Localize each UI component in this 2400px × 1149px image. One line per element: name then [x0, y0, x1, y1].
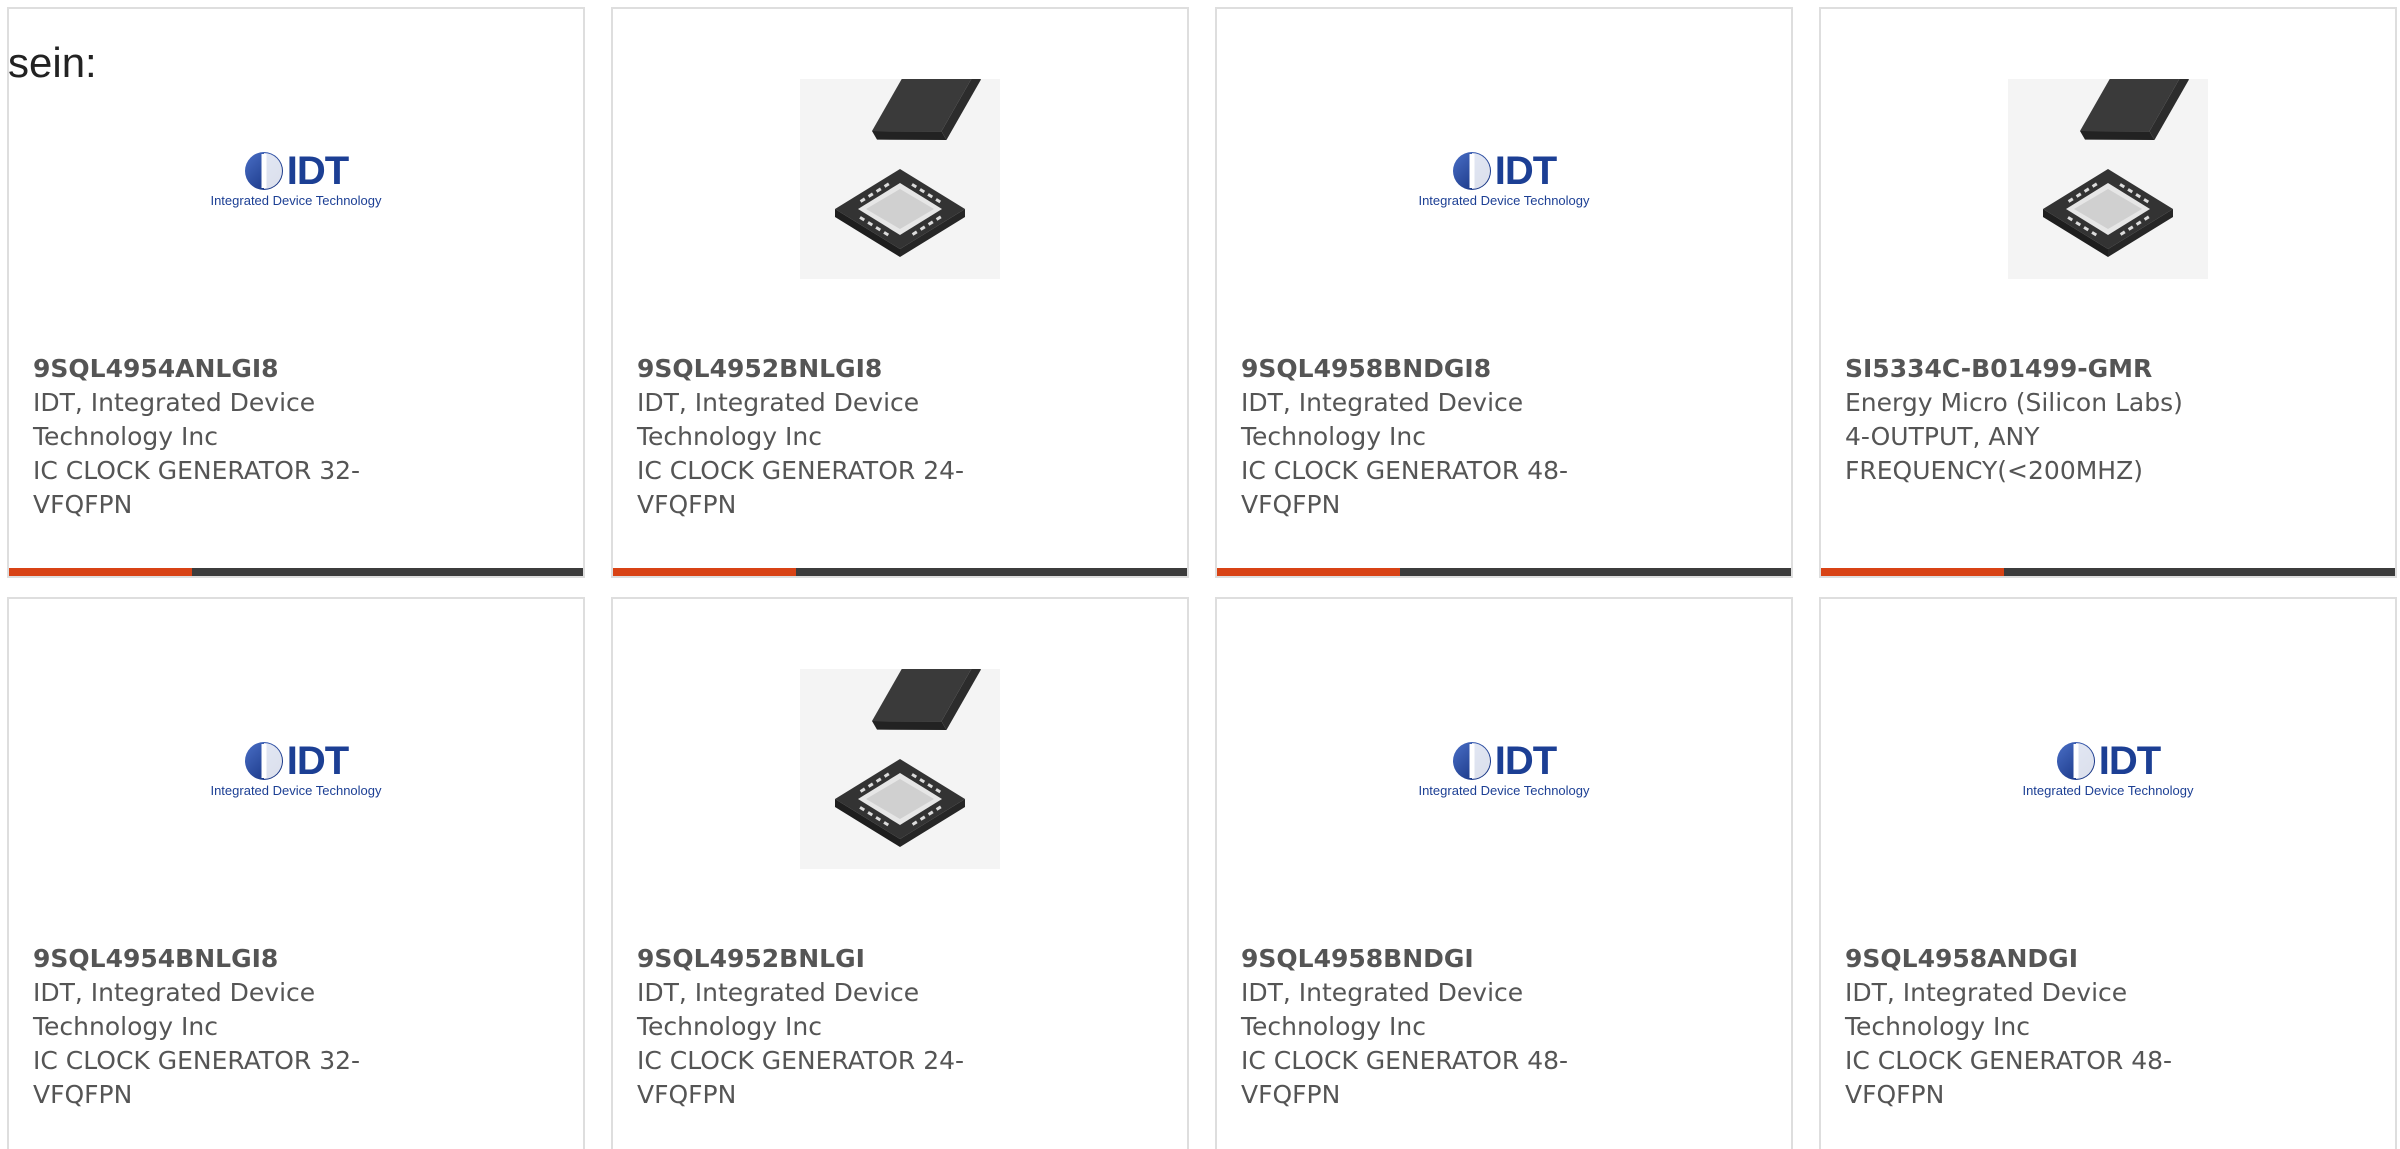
idt-wordmark: IDT: [1494, 738, 1557, 783]
manufacturer: IDT, Integrated Device Technology Inc: [637, 978, 920, 1041]
manufacturer: IDT, Integrated Device Technology Inc: [637, 388, 920, 451]
product-info: SI5334C-B01499-GMR Energy Micro (Silicon…: [1845, 352, 2185, 488]
part-number-link[interactable]: SI5334C-B01499-GMR: [1845, 352, 2185, 386]
idt-logo: IDT Integrated Device Technology: [2022, 741, 2193, 798]
description: 4-OUTPUT, ANY FREQUENCY(<200MHZ): [1845, 422, 2143, 485]
idt-wordmark: IDT: [1494, 148, 1557, 193]
qfn-chip-icon: [800, 79, 1000, 279]
card-accent: [9, 568, 192, 576]
idt-tagline: Integrated Device Technology: [210, 782, 382, 798]
product-info: 9SQL4952BNLGI8 IDT, Integrated Device Te…: [637, 352, 977, 522]
part-number-link[interactable]: 9SQL4952BNLGI8: [637, 352, 977, 386]
product-card[interactable]: SI5334C-B01499-GMR Energy Micro (Silicon…: [1819, 7, 2397, 578]
product-card[interactable]: IDT Integrated Device Technology 9SQL495…: [1215, 7, 1793, 578]
idt-logo-mark-icon: [1452, 151, 1491, 190]
description: IC CLOCK GENERATOR 24-VFQFPN: [637, 1046, 965, 1109]
idt-wordmark: IDT: [286, 148, 349, 193]
manufacturer: IDT, Integrated Device Technology Inc: [1241, 388, 1524, 451]
part-number-link[interactable]: 9SQL4954ANLGI8: [33, 352, 373, 386]
part-number-link[interactable]: 9SQL4954BNLGI8: [33, 942, 373, 976]
card-bar: [1217, 568, 1791, 576]
product-card[interactable]: 9SQL4952BNLGI8 IDT, Integrated Device Te…: [611, 7, 1189, 578]
qfn-chip-icon: [2008, 79, 2208, 279]
product-image: [613, 659, 1187, 879]
manufacturer: IDT, Integrated Device Technology Inc: [1241, 978, 1524, 1041]
product-card[interactable]: IDT Integrated Device Technology 9SQL495…: [7, 7, 585, 578]
product-image: IDT Integrated Device Technology: [9, 659, 583, 879]
idt-logo-mark-icon: [2056, 741, 2095, 780]
idt-logo: IDT Integrated Device Technology: [210, 741, 381, 798]
lead-text: sein:: [8, 39, 97, 86]
product-info: 9SQL4954BNLGI8 IDT, Integrated Device Te…: [33, 942, 373, 1112]
card-accent: [1217, 568, 1400, 576]
product-image: IDT Integrated Device Technology: [1821, 659, 2395, 879]
product-card[interactable]: 9SQL4952BNLGI IDT, Integrated Device Tec…: [611, 597, 1189, 1149]
product-grid: IDT Integrated Device Technology 9SQL495…: [7, 7, 2400, 1149]
description: IC CLOCK GENERATOR 24-VFQFPN: [637, 456, 965, 519]
part-number-link[interactable]: 9SQL4958BNDGI: [1241, 942, 1581, 976]
card-accent: [613, 568, 796, 576]
idt-logo: IDT Integrated Device Technology: [1418, 151, 1589, 208]
product-card[interactable]: IDT Integrated Device Technology 9SQL495…: [1819, 597, 2397, 1149]
idt-logo: IDT Integrated Device Technology: [1418, 741, 1589, 798]
product-image: IDT Integrated Device Technology: [1217, 659, 1791, 879]
description: IC CLOCK GENERATOR 48-VFQFPN: [1845, 1046, 2173, 1109]
product-info: 9SQL4958BNDGI8 IDT, Integrated Device Te…: [1241, 352, 1581, 522]
idt-tagline: Integrated Device Technology: [1418, 782, 1590, 798]
manufacturer: IDT, Integrated Device Technology Inc: [1845, 978, 2128, 1041]
idt-tagline: Integrated Device Technology: [1418, 192, 1590, 208]
product-image: [1821, 69, 2395, 289]
manufacturer: Energy Micro (Silicon Labs): [1845, 388, 2183, 417]
product-info: 9SQL4958BNDGI IDT, Integrated Device Tec…: [1241, 942, 1581, 1112]
description: IC CLOCK GENERATOR 48-VFQFPN: [1241, 1046, 1569, 1109]
part-number-link[interactable]: 9SQL4958ANDGI: [1845, 942, 2185, 976]
idt-logo: IDT Integrated Device Technology: [210, 151, 381, 208]
idt-logo-mark-icon: [244, 151, 283, 190]
part-number-link[interactable]: 9SQL4952BNLGI: [637, 942, 977, 976]
manufacturer: IDT, Integrated Device Technology Inc: [33, 388, 316, 451]
product-info: 9SQL4952BNLGI IDT, Integrated Device Tec…: [637, 942, 977, 1112]
idt-tagline: Integrated Device Technology: [2022, 782, 2194, 798]
idt-wordmark: IDT: [2098, 738, 2161, 783]
page: sein: IDT Integrated Device Technology 9…: [0, 0, 2400, 1149]
product-image: IDT Integrated Device Technology: [9, 69, 583, 289]
idt-logo-mark-icon: [1452, 741, 1491, 780]
product-card[interactable]: IDT Integrated Device Technology 9SQL495…: [1215, 597, 1793, 1149]
product-image: IDT Integrated Device Technology: [1217, 69, 1791, 289]
description: IC CLOCK GENERATOR 32-VFQFPN: [33, 456, 361, 519]
card-bar: [1821, 568, 2395, 576]
idt-tagline: Integrated Device Technology: [210, 192, 382, 208]
idt-wordmark: IDT: [286, 738, 349, 783]
description: IC CLOCK GENERATOR 32-VFQFPN: [33, 1046, 361, 1109]
manufacturer: IDT, Integrated Device Technology Inc: [33, 978, 316, 1041]
qfn-chip-icon: [800, 669, 1000, 869]
product-info: 9SQL4954ANLGI8 IDT, Integrated Device Te…: [33, 352, 373, 522]
product-info: 9SQL4958ANDGI IDT, Integrated Device Tec…: [1845, 942, 2185, 1112]
card-bar: [9, 568, 583, 576]
product-card[interactable]: IDT Integrated Device Technology 9SQL495…: [7, 597, 585, 1149]
description: IC CLOCK GENERATOR 48-VFQFPN: [1241, 456, 1569, 519]
product-image: [613, 69, 1187, 289]
idt-logo-mark-icon: [244, 741, 283, 780]
part-number-link[interactable]: 9SQL4958BNDGI8: [1241, 352, 1581, 386]
card-accent: [1821, 568, 2004, 576]
card-bar: [613, 568, 1187, 576]
